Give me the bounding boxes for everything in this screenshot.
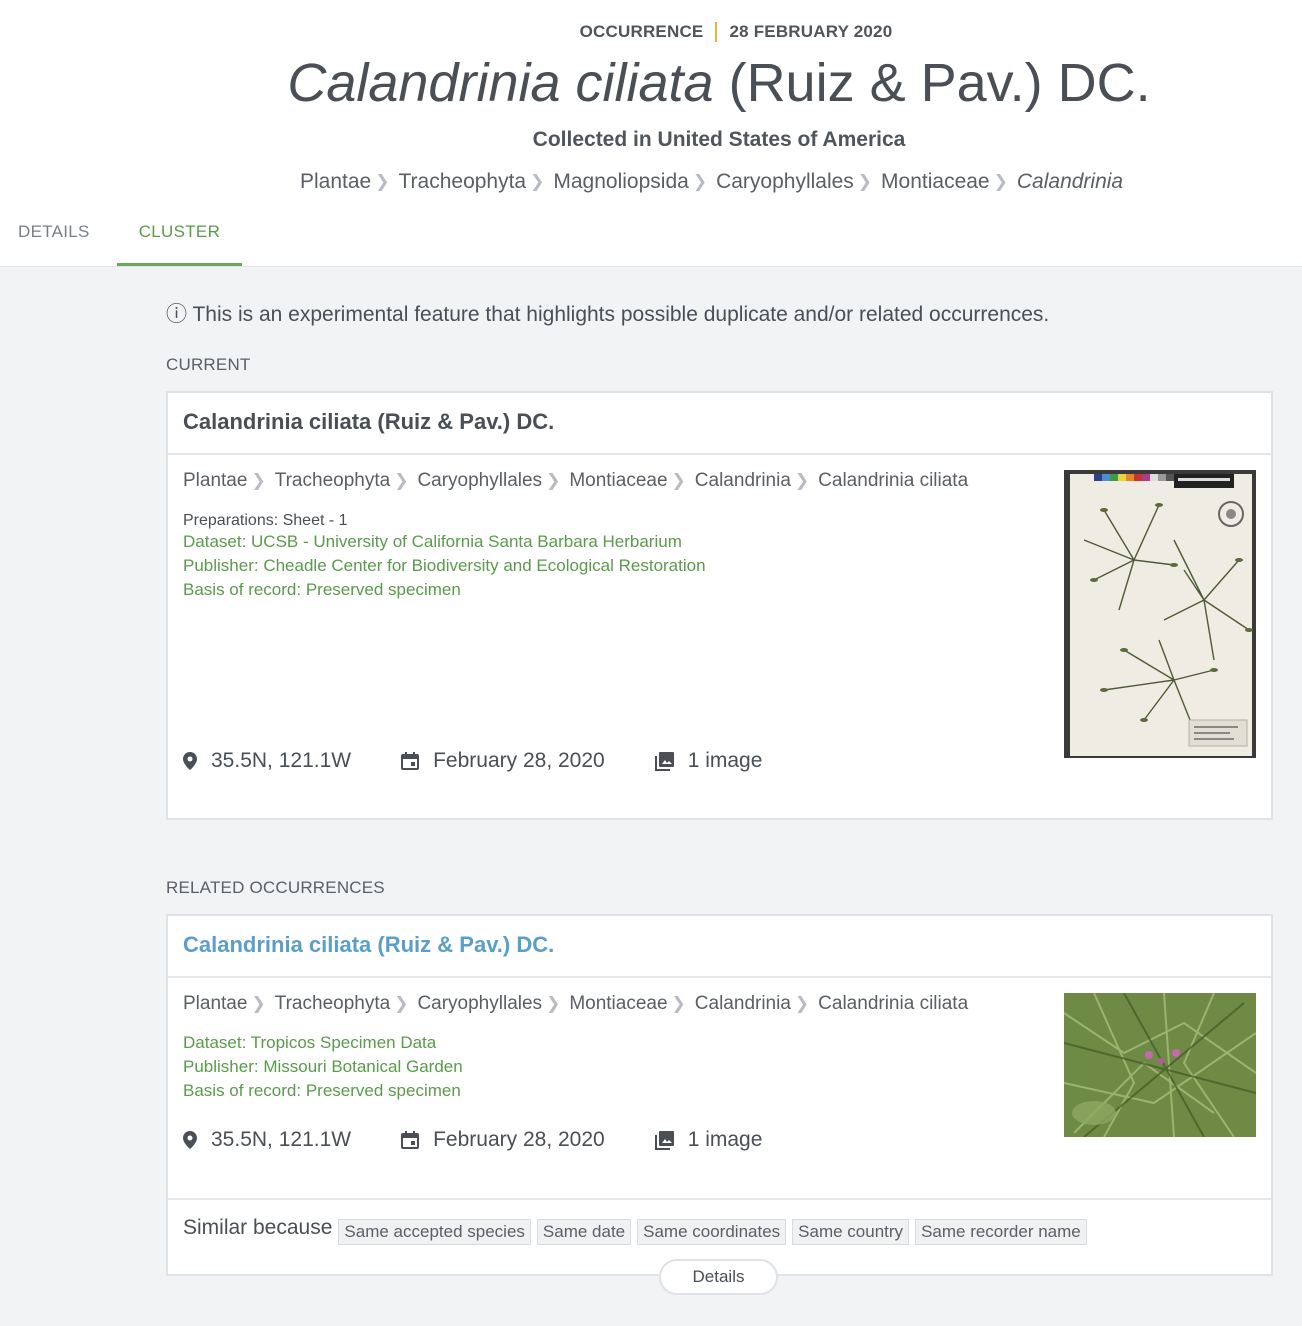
breadcrumb-class[interactable]: Magnoliopsida [553, 170, 688, 194]
taxon-species: Calandrinia ciliata [818, 470, 969, 491]
taxon-phylum: Tracheophyta [274, 470, 391, 491]
page-subtitle: Collected in United States of America [532, 128, 906, 151]
chevron-right-icon: ❯ [375, 172, 390, 191]
event-date-value: February 28, 2020 [433, 1128, 605, 1151]
event-date: February 28, 2020 [401, 1128, 605, 1152]
taxon-kingdom: Plantae [183, 993, 248, 1014]
herbarium-sheet-image [1064, 470, 1256, 758]
current-meta-row: 35.5N, 121.1W February 28, 2020 1 image [183, 749, 812, 773]
page-header: OCCURRENCE 28 FEBRUARY 2020 Calandrinia … [0, 0, 1302, 267]
chevron-right-icon: ❯ [394, 994, 409, 1013]
current-card-body: Plantae ❯ Tracheophyta ❯ Caryophyllales ❯ M… [168, 455, 1271, 820]
chevron-right-icon: ❯ [530, 172, 545, 191]
coordinates-value: 35.5N, 121.1W [211, 749, 352, 772]
current-occurrence-card: Calandrinia ciliata (Ruiz & Pav.) DC. Pl… [166, 391, 1273, 820]
tag-same-accepted-species: Same accepted species [338, 1219, 531, 1245]
calendar-icon [401, 752, 420, 770]
tab-bar: DETAILS CLUSTER [0, 218, 243, 266]
tag-same-coordinates: Same coordinates [637, 1219, 787, 1245]
chevron-right-icon: ❯ [251, 471, 266, 490]
coordinates: 35.5N, 121.1W [183, 749, 351, 773]
tag-same-date: Same date [536, 1219, 632, 1245]
chevron-right-icon: ❯ [394, 471, 409, 490]
current-section-label: CURRENT [166, 355, 251, 374]
related-card-body: Plantae ❯ Tracheophyta ❯ Caryophyllales ❯ M… [168, 978, 1271, 1198]
image-count-value: 1 image [687, 749, 763, 772]
taxon-family: Montiaceae [569, 470, 668, 491]
breadcrumb-kingdom[interactable]: Plantae [300, 170, 371, 194]
chevron-right-icon: ❯ [794, 994, 810, 1013]
taxon-family: Montiaceae [569, 993, 668, 1014]
tab-details[interactable]: DETAILS [0, 218, 108, 266]
coordinates-value: 35.5N, 121.1W [211, 1128, 352, 1151]
tag-same-country: Same country [792, 1219, 910, 1245]
current-card-title: Calandrinia ciliata (Ruiz & Pav.) DC. [168, 393, 1271, 455]
event-date-value: February 28, 2020 [433, 749, 605, 772]
tab-cluster[interactable]: CLUSTER [116, 218, 243, 266]
details-button[interactable]: Details [659, 1259, 778, 1295]
breadcrumb-order[interactable]: Caryophyllales [716, 170, 854, 194]
taxon-species: Calandrinia ciliata [818, 993, 969, 1014]
breadcrumb-phylum[interactable]: Tracheophyta [398, 170, 526, 194]
title-scientific-name: Calandrinia ciliata [287, 53, 714, 113]
taxon-phylum: Tracheophyta [274, 993, 391, 1014]
page-title: Calandrinia ciliata (Ruiz & Pav.) DC. [0, 52, 1302, 114]
similar-because-label: Similar because [183, 1216, 333, 1239]
plant-photo-image [1063, 992, 1257, 1138]
related-section-label: RELATED OCCURRENCES [166, 878, 385, 897]
tag-same-recorder-name: Same recorder name [915, 1219, 1087, 1245]
title-authorship: (Ruiz & Pav.) DC. [713, 53, 1151, 113]
image-count: 1 image [654, 1128, 763, 1152]
specimen-thumbnail[interactable] [1064, 470, 1256, 763]
related-meta-row: 35.5N, 121.1W February 28, 2020 1 image [183, 1128, 812, 1152]
chevron-right-icon: ❯ [251, 994, 266, 1013]
eyebrow-type: OCCURRENCE [579, 22, 704, 41]
breadcrumb-genus[interactable]: Calandrinia [1017, 170, 1123, 194]
chevron-right-icon: ❯ [546, 994, 561, 1013]
taxon-genus: Calandrinia [694, 470, 791, 491]
chevron-right-icon: ❯ [857, 172, 873, 191]
image-gallery-icon [654, 751, 674, 771]
chevron-right-icon: ❯ [546, 471, 561, 490]
breadcrumb-family[interactable]: Montiaceae [881, 170, 990, 194]
related-card-title-link[interactable]: Calandrinia ciliata (Ruiz & Pav.) DC. [168, 916, 1271, 978]
event-date: February 28, 2020 [401, 749, 605, 773]
eyebrow-separator [715, 22, 718, 42]
taxon-genus: Calandrinia [694, 993, 791, 1014]
eyebrow-date: 28 FEBRUARY 2020 [729, 22, 893, 41]
location-pin-icon [183, 752, 197, 770]
chevron-right-icon: ❯ [671, 994, 686, 1013]
image-gallery-icon [654, 1130, 674, 1150]
chevron-right-icon: ❯ [692, 172, 708, 191]
chevron-right-icon: ❯ [993, 172, 1008, 191]
experimental-notice: ⓘ This is an experimental feature that h… [166, 303, 1050, 326]
taxon-order: Caryophyllales [417, 470, 543, 491]
chevron-right-icon: ❯ [671, 471, 686, 490]
eyebrow: OCCURRENCE 28 FEBRUARY 2020 [0, 22, 1302, 42]
coordinates: 35.5N, 121.1W [183, 1128, 351, 1152]
taxon-order: Caryophyllales [417, 993, 543, 1014]
taxon-kingdom: Plantae [183, 470, 248, 491]
image-count: 1 image [654, 749, 763, 773]
related-occurrence-card: Calandrinia ciliata (Ruiz & Pav.) DC. Pl… [166, 914, 1273, 1276]
calendar-icon [401, 1131, 420, 1149]
chevron-right-icon: ❯ [794, 471, 810, 490]
taxonomy-breadcrumb: Plantae ❯ Tracheophyta ❯ Magnoliopsida ❯ Ca… [300, 170, 1123, 194]
specimen-thumbnail[interactable] [1063, 992, 1257, 1142]
image-count-value: 1 image [687, 1128, 763, 1151]
location-pin-icon [183, 1131, 197, 1149]
